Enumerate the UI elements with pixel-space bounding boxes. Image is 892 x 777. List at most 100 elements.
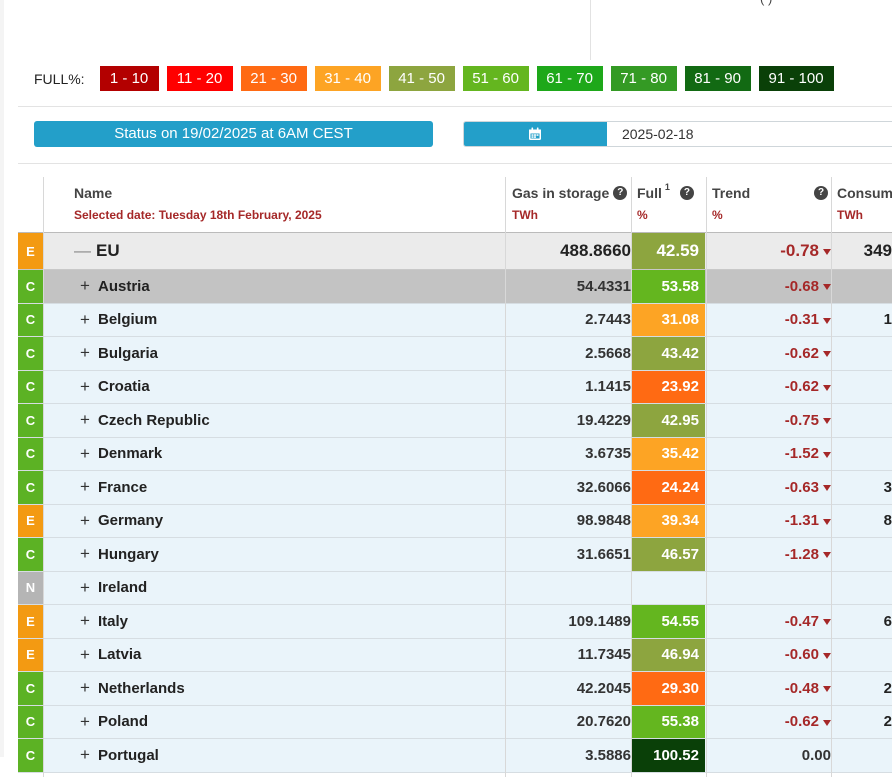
country-name[interactable]: France	[98, 479, 147, 496]
name-header-label: Name	[74, 185, 113, 201]
status-badge: E	[18, 638, 43, 671]
top-divider	[590, 0, 591, 60]
date-input[interactable]	[606, 122, 892, 146]
status-badge: C	[18, 471, 43, 504]
calendar-button[interactable]	[464, 122, 607, 146]
expand-toggle-icon[interactable]: +	[80, 745, 90, 765]
consumption-value: 6	[883, 612, 892, 630]
legend-chip: 91 - 100	[758, 66, 834, 91]
country-name[interactable]: Latvia	[98, 646, 141, 663]
full-percent-value: 100.52	[632, 739, 705, 772]
selected-date-label: Selected date: Tuesday 18th February, 20…	[74, 208, 322, 222]
consumption-column-header[interactable]: Consum TWh	[837, 177, 892, 232]
trend-down-icon	[823, 518, 831, 525]
table-row[interactable]: C + Bulgaria 2.5668 43.42 -0.62	[18, 337, 892, 371]
country-name[interactable]: Austria	[98, 278, 150, 295]
full-percent-value: 42.59	[632, 233, 705, 269]
expand-toggle-icon[interactable]: +	[80, 377, 90, 397]
page-left-edge	[0, 0, 4, 757]
country-name[interactable]: Hungary	[98, 546, 159, 563]
table-row[interactable]: C + Belgium 2.7443 31.08 -0.31 1	[18, 303, 892, 337]
trend-column-header[interactable]: Trend? %	[712, 177, 828, 232]
table-row-eu[interactable]: E — EU 488.8660 42.59 -0.78 349	[18, 233, 892, 270]
country-name[interactable]: Denmark	[98, 445, 162, 462]
trend-down-icon	[823, 552, 831, 559]
trend-down-icon	[823, 384, 831, 391]
expand-toggle-icon[interactable]: +	[80, 444, 90, 464]
row-name: — EU	[74, 233, 120, 269]
table-row[interactable]: C + Croatia 1.1415 23.92 -0.62	[18, 370, 892, 404]
expand-toggle-icon[interactable]: +	[80, 611, 90, 631]
table-row[interactable]: E + Germany 98.9848 39.34 -1.31 8	[18, 504, 892, 538]
full-percent-value: 53.58	[632, 270, 705, 303]
country-name[interactable]: Belgium	[98, 311, 157, 328]
gas-in-storage-value: 31.6651	[576, 545, 631, 563]
trend-value: -1.31	[707, 505, 831, 538]
trend-value: -1.28	[707, 538, 831, 571]
table-row[interactable]: C + Denmark 3.6735 35.42 -1.52	[18, 437, 892, 471]
trend-number: -0.68	[784, 277, 819, 295]
divider	[18, 163, 892, 164]
legend-label: FULL%:	[34, 70, 85, 87]
status-badge: E	[18, 605, 43, 638]
status-badge: E	[18, 233, 43, 269]
full-percent-value: 31.08	[632, 303, 705, 336]
help-icon[interactable]: ?	[814, 186, 828, 200]
table-row[interactable]: C + Netherlands 42.2045 29.30 -0.48 2	[18, 672, 892, 706]
table-row[interactable]: C + Portugal 3.5886 100.52 0.00	[18, 739, 892, 773]
country-name[interactable]: Italy	[98, 613, 128, 630]
country-name[interactable]: Netherlands	[98, 680, 185, 697]
table-row[interactable]: C + Czech Republic 19.4229 42.95 -0.75	[18, 404, 892, 438]
row-name: + Portugal	[80, 739, 159, 772]
expand-toggle-icon[interactable]: +	[80, 310, 90, 330]
expand-toggle-icon[interactable]: +	[80, 477, 90, 497]
name-column-header[interactable]: Name Selected date: Tuesday 18th Februar…	[74, 177, 504, 232]
date-picker[interactable]	[463, 121, 892, 147]
full-column-header[interactable]: Full 1? %	[637, 177, 705, 232]
trend-number: -1.31	[784, 512, 819, 530]
expand-toggle-icon[interactable]: +	[80, 410, 90, 430]
expand-toggle-icon[interactable]: +	[80, 276, 90, 296]
expand-toggle-icon[interactable]: +	[80, 578, 90, 598]
country-name[interactable]: EU	[96, 241, 120, 261]
expand-toggle-icon[interactable]: —	[74, 241, 91, 261]
trend-number: -0.63	[784, 478, 819, 496]
help-icon[interactable]: ?	[679, 186, 694, 200]
consumption-value: 3	[883, 478, 892, 496]
country-name[interactable]: Croatia	[98, 378, 150, 395]
expand-toggle-icon[interactable]: +	[80, 511, 90, 531]
trend-down-icon	[823, 249, 831, 255]
country-name[interactable]: Ireland	[98, 579, 147, 596]
expand-toggle-icon[interactable]: +	[80, 343, 90, 363]
expand-toggle-icon[interactable]: +	[80, 712, 90, 732]
expand-toggle-icon[interactable]: +	[80, 645, 90, 665]
table-row[interactable]: N + Ireland	[18, 571, 892, 605]
table-row[interactable]: E + Italy 109.1489 54.55 -0.47 6	[18, 605, 892, 639]
trend-value: -0.62	[707, 706, 831, 739]
help-icon[interactable]: ?	[613, 186, 628, 200]
row-name: + Croatia	[80, 371, 150, 404]
table-row[interactable]: C + Austria 54.4331 53.58 -0.68	[18, 270, 892, 304]
trend-value: -1.52	[707, 438, 831, 471]
trend-number: -0.62	[784, 378, 819, 396]
country-name[interactable]: Portugal	[98, 747, 159, 764]
table-row[interactable]: C + Hungary 31.6651 46.57 -1.28	[18, 538, 892, 572]
table-row[interactable]: C + Poland 20.7620 55.38 -0.62 2	[18, 705, 892, 739]
country-name[interactable]: Bulgaria	[98, 345, 158, 362]
table-row[interactable]: E + Latvia 11.7345 46.94 -0.60	[18, 638, 892, 672]
expand-toggle-icon[interactable]: +	[80, 544, 90, 564]
trend-value: -0.47	[707, 605, 831, 638]
status-badge: C	[18, 437, 43, 470]
trend-number: -1.52	[784, 445, 819, 463]
country-name[interactable]: Poland	[98, 713, 148, 730]
trend-down-icon	[823, 652, 831, 659]
row-name: + Netherlands	[80, 672, 185, 705]
status-date-button[interactable]: Status on 19/02/2025 at 6AM CEST	[34, 121, 433, 147]
gas-in-storage-value: 1.1415	[585, 378, 631, 396]
country-name[interactable]: Czech Republic	[98, 412, 210, 429]
table-row[interactable]: C + France 32.6066 24.24 -0.63 3	[18, 471, 892, 505]
expand-toggle-icon[interactable]: +	[80, 678, 90, 698]
status-badge: C	[18, 303, 43, 336]
gas-column-header[interactable]: Gas in storage? TWh	[512, 177, 630, 232]
country-name[interactable]: Germany	[98, 512, 163, 529]
